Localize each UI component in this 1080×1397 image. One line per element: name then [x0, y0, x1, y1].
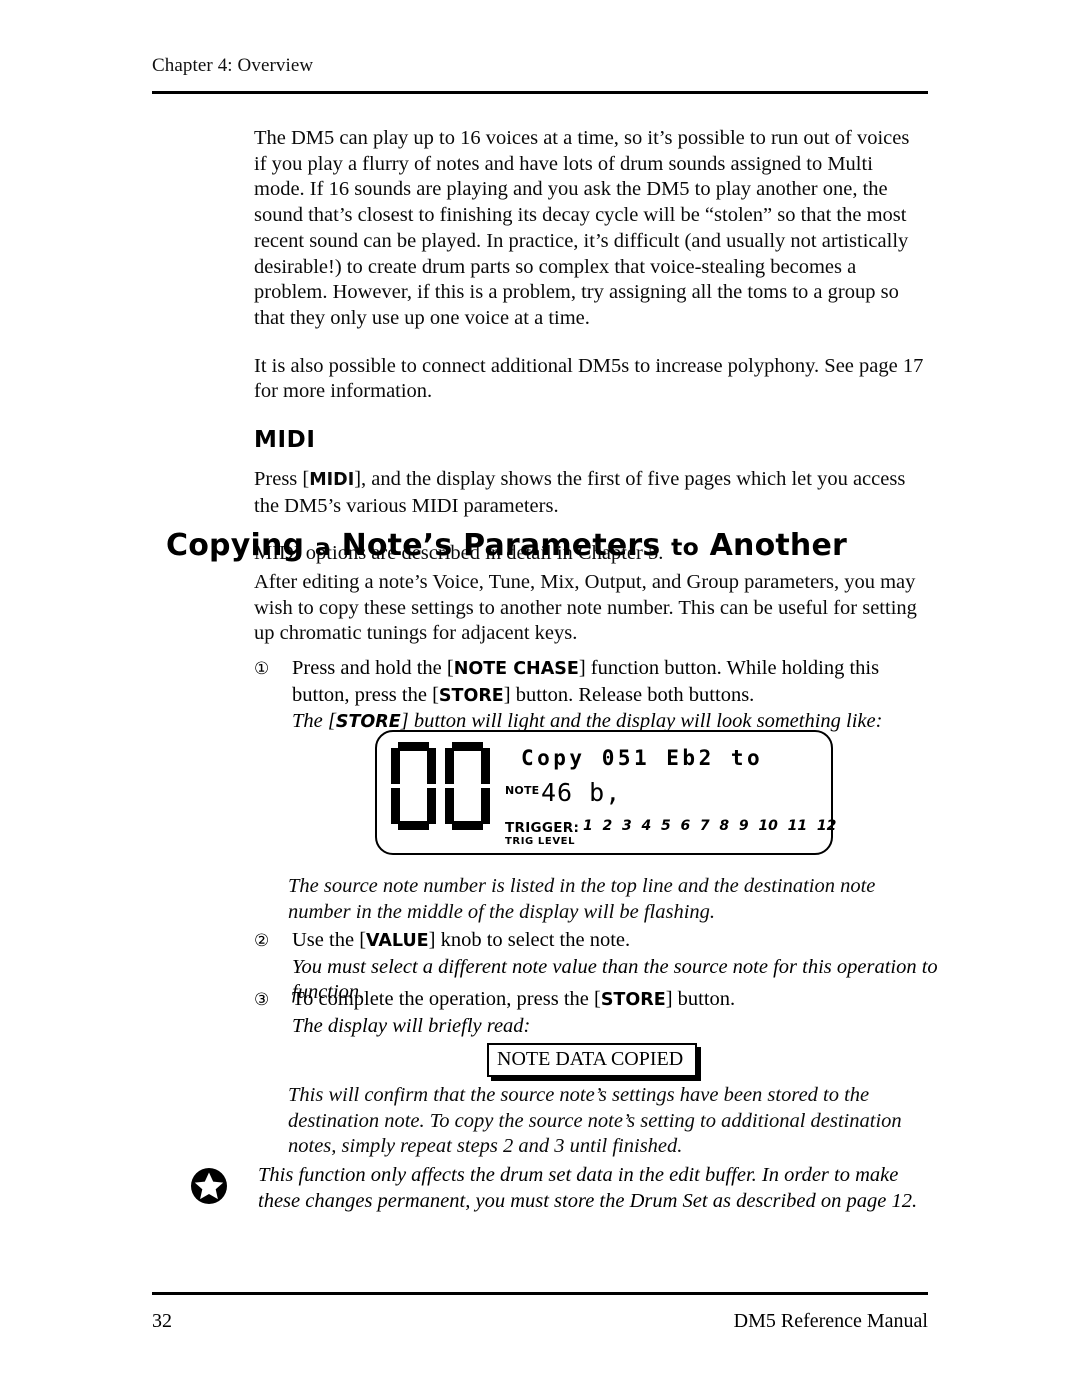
- step-1-text-c: button. Release both buttons.: [510, 683, 755, 706]
- bracket-open: [: [594, 988, 601, 1010]
- press-prefix: Press: [254, 468, 303, 491]
- key-label-midi: MIDI: [309, 470, 355, 491]
- step-2-number: ②: [254, 931, 270, 951]
- step-1-text-a: Press and hold the: [292, 657, 447, 679]
- copy-intro-wrap: After editing a note’s Voice, Tune, Mix,…: [254, 570, 926, 647]
- star-note-block: This function only affects the drum set …: [190, 1163, 930, 1214]
- bracket-close: ]: [503, 683, 511, 706]
- heading-word-5: Another: [709, 528, 848, 563]
- step-1-wrap: ① Press and hold the [NOTE CHASE] functi…: [254, 656, 926, 736]
- bracket-open: [: [359, 929, 367, 951]
- heading-word-4: to: [671, 533, 699, 561]
- step-2-text-b: knob to select the note.: [435, 929, 631, 951]
- bracket-close: ]: [665, 988, 673, 1010]
- content-column: The DM5 can play up to 16 voices at a ti…: [254, 126, 926, 567]
- step-1-number: ①: [254, 659, 270, 679]
- paragraph-polyphony: It is also possible to connect additiona…: [254, 354, 924, 403]
- step-2-text-a: Use the: [292, 929, 360, 951]
- paragraph-press-midi: Press [MIDI], and the display shows the …: [254, 467, 926, 519]
- key-label-store: STORE: [600, 990, 666, 1010]
- confirm-note: This will confirm that the source note’s…: [288, 1084, 902, 1158]
- seven-segment-digit: [391, 742, 436, 830]
- lcd-line-1: Copy 051 Eb2 to: [521, 746, 764, 770]
- step-3-number: ③: [254, 990, 270, 1010]
- star-note-text: This function only affects the drum set …: [258, 1164, 918, 1212]
- seven-segment-digit: [445, 742, 490, 830]
- step-3-italic-line: The display will briefly read:: [292, 1014, 531, 1037]
- step-3: ③ To complete the operation, press the […: [254, 987, 944, 1039]
- bracket-open: [: [446, 657, 454, 679]
- header-divider: [152, 91, 928, 94]
- key-label-note-chase: NOTE CHASE: [453, 659, 579, 679]
- bracket-open: [: [327, 710, 336, 733]
- footer-divider: [152, 1292, 928, 1295]
- page-number: 32: [152, 1310, 172, 1332]
- key-label-value: VALUE: [366, 931, 429, 951]
- lcd-text-area: Copy 051 Eb2 to NOTE 46 b, TRIGGER: 1 2 …: [505, 732, 836, 853]
- manual-title: DM5 Reference Manual: [733, 1310, 928, 1332]
- heading-word-3: Parameters: [463, 528, 661, 563]
- key-label-store: STORE: [438, 685, 504, 706]
- lcd-drumset-digits: [391, 742, 490, 830]
- heading-word-2: Note’s: [341, 528, 453, 563]
- section-heading-copy: Copying a Note’s Parameters to Another: [166, 528, 936, 563]
- step-3-text-b: button.: [672, 988, 736, 1010]
- running-header: Chapter 4: Overview: [152, 55, 928, 77]
- display-caption: The source note number is listed in the …: [288, 875, 876, 923]
- section-heading-midi: MIDI: [254, 427, 316, 454]
- step-3-wrap: ③ To complete the operation, press the […: [254, 987, 944, 1039]
- confirm-box-wrap: NOTE DATA COPIED: [487, 1043, 698, 1077]
- page-footer: 32 DM5 Reference Manual: [152, 1310, 928, 1333]
- step-3-text-a: To complete the operation, press the: [292, 988, 594, 1010]
- lcd-trig-level-label: TRIG LEVEL: [505, 836, 576, 847]
- heading-word-1: a: [314, 533, 331, 561]
- confirm-note-wrap: This will confirm that the source note’s…: [288, 1083, 928, 1160]
- step-1: ① Press and hold the [NOTE CHASE] functi…: [254, 656, 926, 736]
- star-icon: [190, 1167, 228, 1205]
- note-data-copied-box: NOTE DATA COPIED: [487, 1043, 698, 1077]
- lcd-note-label: NOTE: [505, 784, 540, 797]
- paragraph-copy-intro: After editing a note’s Voice, Tune, Mix,…: [254, 571, 917, 645]
- lcd-trigger-label: TRIGGER:: [505, 820, 580, 836]
- lcd-trigger-numbers: 1 2 3 4 5 6 7 8 9 10 11 12: [583, 818, 837, 834]
- chapter-label: Chapter 4: Overview: [152, 55, 314, 76]
- lcd-note-value: 46 b,: [541, 778, 622, 807]
- section-heading-copy-wrap: Copying a Note’s Parameters to Another: [166, 528, 936, 563]
- display-caption-wrap: The source note number is listed in the …: [288, 874, 928, 925]
- lcd-display: Copy 051 Eb2 to NOTE 46 b, TRIGGER: 1 2 …: [375, 730, 836, 855]
- heading-word-0: Copying: [166, 528, 305, 563]
- paragraph-voices: The DM5 can play up to 16 voices at a ti…: [254, 127, 910, 329]
- manual-page: Chapter 4: Overview The DM5 can play up …: [0, 0, 1080, 1397]
- bracket-open: [: [432, 683, 439, 706]
- bracket-close: ]: [578, 657, 586, 679]
- step-1-italic-a: The: [292, 710, 328, 733]
